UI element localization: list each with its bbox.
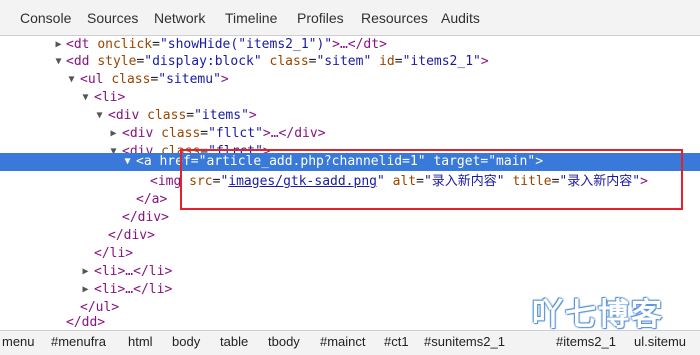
tag-open: <img — [150, 174, 182, 189]
attr-name: class — [161, 126, 201, 141]
breadcrumb-item[interactable]: #items2_1 — [556, 334, 616, 349]
devtools-tab-bar: Console Sources Network Timeline Profile… — [0, 0, 700, 36]
tag-close: > — [220, 72, 229, 87]
collapse-triangle-icon[interactable]: ▼ — [53, 53, 64, 71]
tree-node-div-close[interactable]: </div> — [0, 227, 700, 245]
attr-value: "fllct" — [208, 126, 263, 141]
node-markup: </div> — [122, 209, 169, 227]
collapse-triangle-icon[interactable]: ▼ — [94, 107, 105, 125]
tree-node-dt[interactable]: ▶ <dt onclick="showHide("items2_1")">…</… — [0, 36, 700, 54]
tag-tail: >…</dt> — [332, 37, 387, 52]
breadcrumb-item[interactable]: #sunitems2_1 — [424, 334, 505, 349]
tree-node-li-close[interactable]: </li> — [0, 245, 700, 263]
tag-close: </div> — [108, 228, 155, 243]
tree-node-dd[interactable]: ▼ <dd style="display:block" class="sitem… — [0, 53, 700, 71]
tag-tail: >…</div> — [262, 126, 326, 141]
tag-collapsed: <li>…</li> — [94, 282, 173, 297]
tag-open: <div — [108, 108, 140, 123]
breadcrumb: menu #menufra html body table tbody #mai… — [0, 330, 700, 355]
attr-name: id — [379, 54, 395, 69]
breadcrumb-item[interactable]: body — [172, 334, 200, 349]
tag-close: > — [248, 108, 257, 123]
attr-value: "items" — [194, 108, 249, 123]
node-markup: <dd style="display:block" class="sitem" … — [66, 54, 489, 69]
attr-value: "sitem" — [316, 54, 372, 69]
attr-name: class — [111, 72, 151, 87]
attr-eq: = — [152, 37, 160, 52]
tree-node-div-fllct[interactable]: ▶ <div class="fllct">…</div> — [0, 125, 700, 143]
node-markup: <li>…</li> — [94, 263, 172, 281]
tree-node-li-collapsed[interactable]: ▶ <li>…</li> — [0, 263, 700, 281]
attr-name: onclick — [97, 37, 153, 52]
node-markup: <div class="items"> — [108, 108, 257, 123]
tag-open: <ul — [80, 72, 104, 87]
attr-value: "items2_1" — [402, 54, 481, 69]
tab-resources[interactable]: Resources — [361, 10, 428, 26]
tag-close: </li> — [94, 246, 134, 261]
breadcrumb-item[interactable]: #mainct — [320, 334, 366, 349]
tag-open: <a — [136, 154, 152, 169]
tab-profiles[interactable]: Profiles — [297, 10, 344, 26]
tab-timeline[interactable]: Timeline — [225, 10, 277, 26]
tag-close: </ul> — [80, 300, 120, 315]
attr-value: "showHide("items2_1")" — [159, 37, 333, 52]
expand-triangle-icon[interactable]: ▶ — [80, 281, 91, 299]
tag-open: <dd — [66, 54, 90, 69]
attr-value: "display:block" — [144, 54, 262, 69]
attr-value: "sitemu" — [158, 72, 221, 87]
tree-node-div-items[interactable]: ▼ <div class="items"> — [0, 107, 700, 125]
attr-name: class — [147, 108, 187, 123]
breadcrumb-item[interactable]: menu — [2, 334, 35, 349]
tree-node-li[interactable]: ▼ <li> — [0, 89, 700, 107]
tab-console[interactable]: Console — [20, 10, 71, 26]
expand-triangle-icon[interactable]: ▶ — [53, 36, 64, 54]
tag-close: </dd> — [66, 315, 106, 330]
tree-node-ul[interactable]: ▼ <ul class="sitemu"> — [0, 71, 700, 89]
breadcrumb-item[interactable]: #menufra — [51, 334, 106, 349]
tab-network[interactable]: Network — [154, 10, 205, 26]
tag-close: </div> — [122, 210, 169, 225]
tree-node-div-close[interactable]: </div> — [0, 209, 700, 227]
node-markup: <li> — [94, 89, 125, 107]
breadcrumb-item[interactable]: tbody — [268, 334, 300, 349]
node-markup: <dt onclick="showHide("items2_1")">…</dt… — [66, 36, 387, 54]
collapse-triangle-icon[interactable]: ▼ — [80, 89, 91, 107]
annotation-highlight-box — [180, 149, 683, 210]
node-markup: <ul class="sitemu"> — [80, 72, 229, 87]
tag-open: <div — [122, 126, 154, 141]
breadcrumb-item[interactable]: table — [220, 334, 248, 349]
breadcrumb-item[interactable]: html — [128, 334, 153, 349]
breadcrumb-item[interactable]: ul.sitemu — [634, 334, 686, 349]
tag-open: <dt — [66, 37, 90, 52]
expand-triangle-icon[interactable]: ▶ — [80, 263, 91, 281]
tag-collapsed: <li>…</li> — [94, 264, 173, 279]
node-markup: </li> — [94, 245, 133, 263]
breadcrumb-item[interactable]: #ct1 — [384, 334, 409, 349]
tag-close: > — [480, 54, 489, 69]
node-markup: <li>…</li> — [94, 281, 172, 299]
tag-close: </a> — [136, 192, 168, 207]
collapse-triangle-icon[interactable]: ▼ — [66, 71, 77, 89]
tab-audits[interactable]: Audits — [441, 10, 480, 26]
watermark-logo: 吖七博客 — [532, 297, 664, 333]
expand-triangle-icon[interactable]: ▶ — [108, 125, 119, 143]
node-markup: </a> — [136, 191, 167, 209]
node-markup: <div class="fllct">…</div> — [122, 126, 326, 141]
tag-open: <li> — [94, 90, 126, 105]
collapse-triangle-icon[interactable]: ▼ — [122, 153, 133, 171]
tab-sources[interactable]: Sources — [87, 10, 138, 26]
node-markup: </div> — [108, 227, 155, 245]
attr-name: class — [269, 54, 309, 69]
attr-name: style — [97, 54, 137, 69]
